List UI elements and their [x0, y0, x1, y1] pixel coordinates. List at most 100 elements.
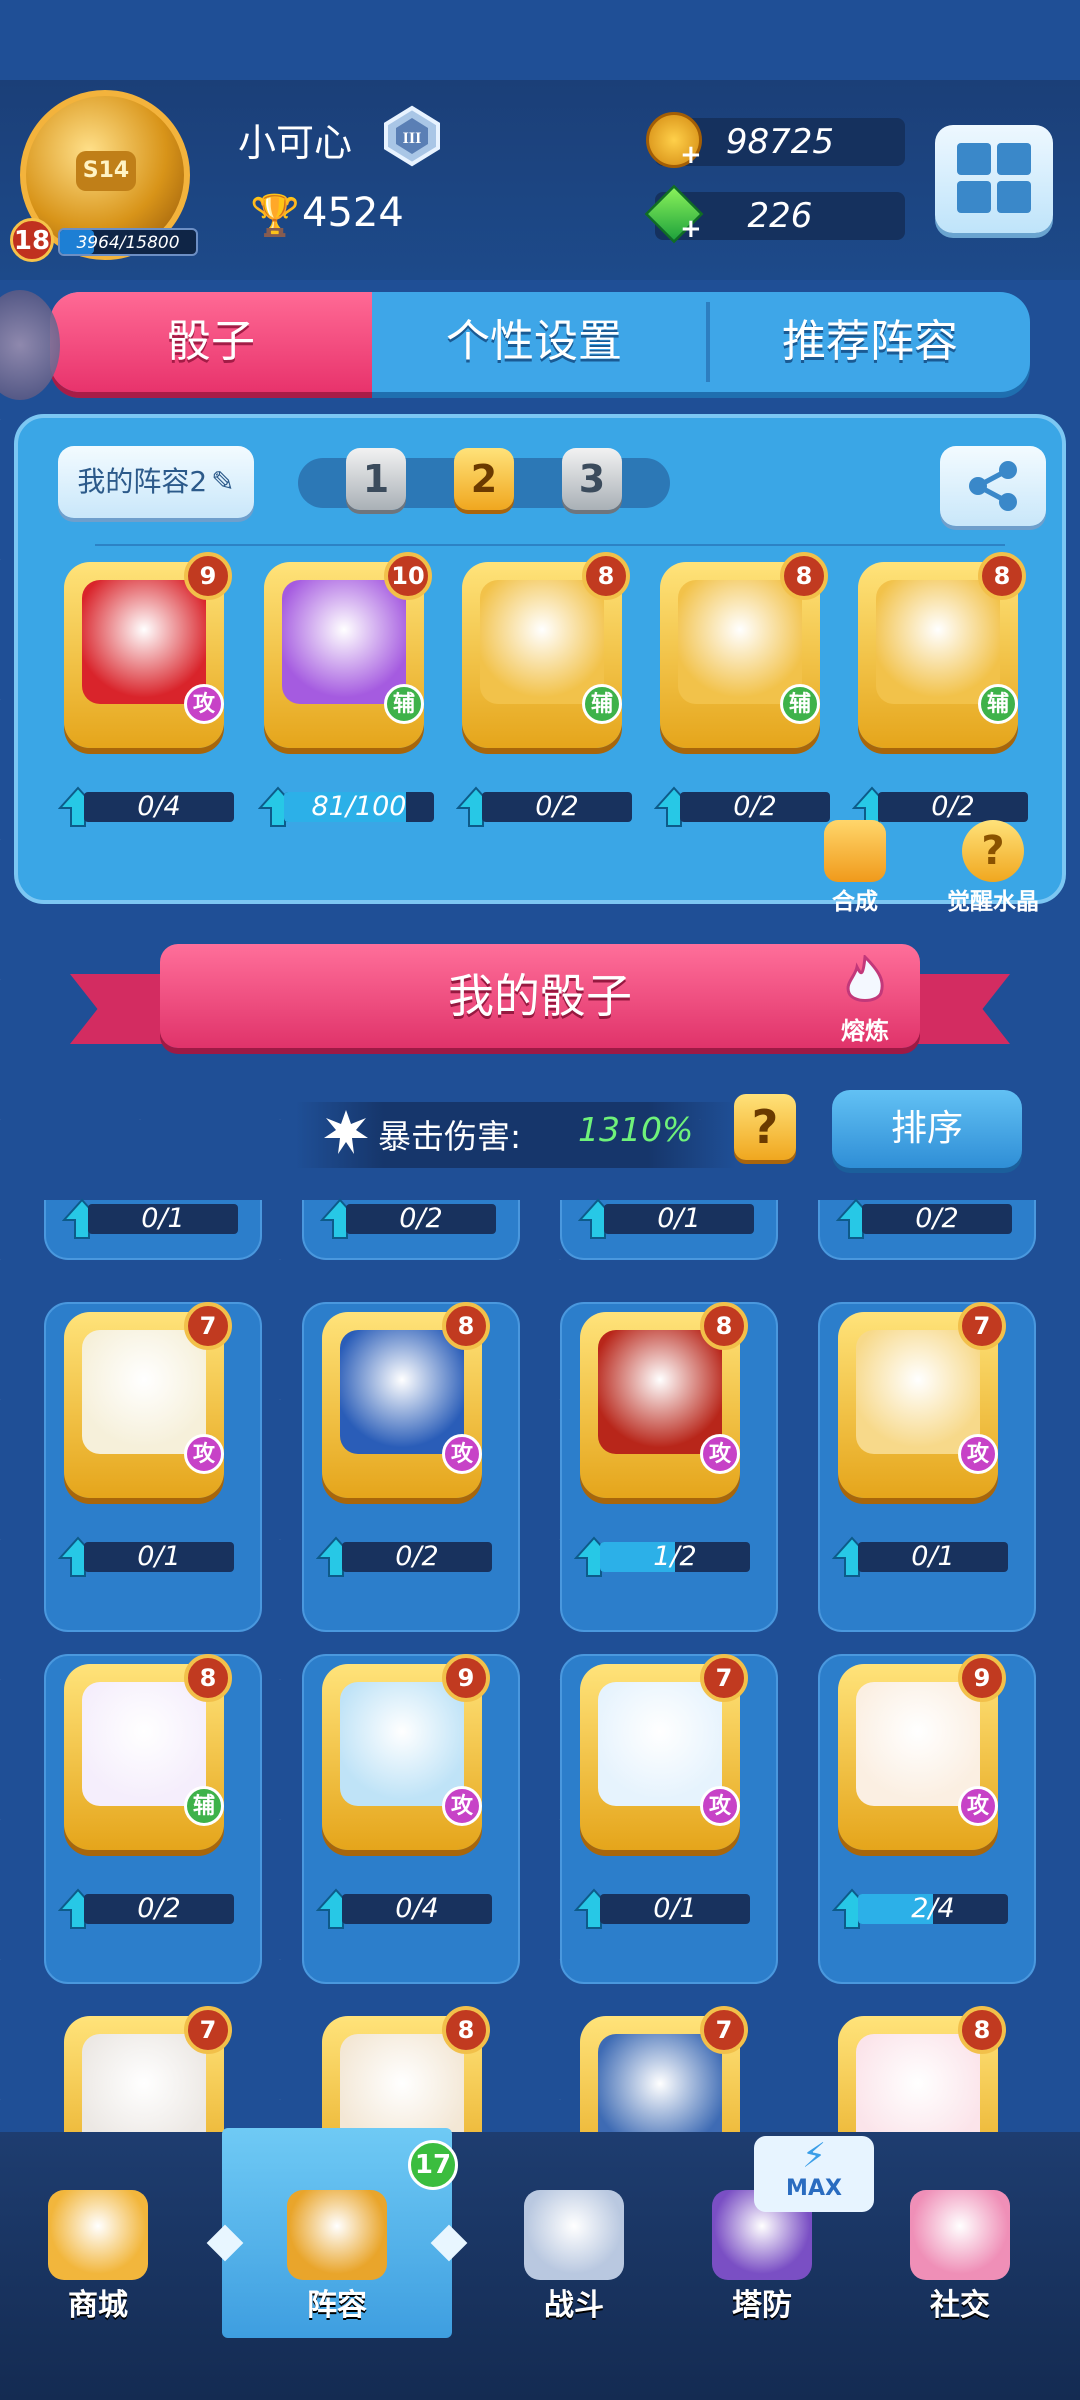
dice-level-badge: 8 — [958, 2006, 1006, 2054]
red-hat-icon — [678, 580, 802, 704]
dice-card[interactable]: 10 辅 — [264, 552, 434, 762]
cannon-icon — [287, 2190, 387, 2280]
ice-sword-icon — [340, 1682, 464, 1806]
awaken-crystal-icon: ? — [962, 820, 1024, 882]
nav-label: 阵容 — [307, 2288, 367, 2323]
dice-level-badge: 8 — [780, 552, 828, 600]
progress-text: 0/1 — [657, 1203, 701, 1234]
progress-text: 0/1 — [137, 1541, 181, 1572]
grid-cell — [957, 181, 991, 213]
upgrade-progress: 0/2 — [316, 1536, 492, 1577]
attack-type-badge: 攻 — [700, 1786, 740, 1826]
progress-text: 0/2 — [137, 1893, 181, 1924]
dice-card[interactable]: 8攻 — [322, 1302, 492, 1512]
progress-text: 0/2 — [915, 1203, 959, 1234]
nav-label: 战斗 — [544, 2288, 604, 2323]
xp-text: 3964/15800 — [76, 233, 180, 253]
crit-burst-icon — [324, 1110, 368, 1154]
dice-level-badge: 8 — [442, 1302, 490, 1350]
progress-text: 0/1 — [141, 1203, 185, 1234]
dice-card[interactable]: 8辅 — [64, 1654, 234, 1864]
smelt-button[interactable]: 熔炼 — [820, 953, 910, 1045]
flame-icon — [846, 953, 884, 1002]
dice-level-badge: 9 — [958, 1654, 1006, 1702]
help-question-icon[interactable]: ? — [734, 1094, 796, 1160]
golden-bull-icon — [856, 1330, 980, 1454]
magic-hat-icon — [282, 580, 406, 704]
progress-text: 0/1 — [653, 1893, 697, 1924]
dice-card[interactable]: 9攻 — [64, 552, 234, 762]
dice-card[interactable]: 9攻 — [322, 1654, 492, 1864]
dice-card[interactable]: 8辅 — [462, 552, 632, 762]
purple-altar-icon — [480, 580, 604, 704]
synthesize-button[interactable]: 合成 — [790, 820, 920, 916]
support-type-badge: 辅 — [780, 684, 820, 724]
upgrade-progress: 0/2 — [836, 1198, 1012, 1239]
side-character-icon[interactable] — [0, 290, 60, 400]
dice-card[interactable]: 9攻 — [838, 1654, 1008, 1864]
lightning-icon: ⚡ — [802, 2136, 826, 2176]
tab-personalize[interactable]: 个性设置 — [372, 292, 696, 392]
support-type-badge: 辅 — [582, 684, 622, 724]
attack-type-badge: 攻 — [958, 1786, 998, 1826]
upgrade-progress: 2/4 — [832, 1888, 1008, 1929]
trophy-icon: 🏆 — [250, 193, 300, 239]
progress-text: 0/2 — [399, 1203, 443, 1234]
upgrade-progress: 0/1 — [578, 1198, 754, 1239]
progress-text: 2/4 — [911, 1893, 955, 1924]
upgrade-progress: 0/2 — [654, 786, 830, 827]
crystal-sword-icon — [598, 1682, 722, 1806]
upgrade-progress: 0/1 — [832, 1536, 1008, 1577]
nav-cannon[interactable]: 阵容 — [257, 2190, 417, 2323]
dice-level-badge: 10 — [384, 552, 432, 600]
deck-page-2[interactable]: 2 — [454, 448, 514, 510]
nav-shop-chest[interactable]: 商城 — [18, 2190, 178, 2323]
dice-level-badge: 8 — [700, 1302, 748, 1350]
progress-text: 0/2 — [535, 791, 579, 822]
panda-icon — [82, 1330, 206, 1454]
pink-mascot-icon — [910, 2190, 1010, 2280]
dice-card[interactable]: 8攻 — [580, 1302, 750, 1512]
nav-crossed-swords[interactable]: 战斗 — [494, 2190, 654, 2323]
deck-name-button[interactable]: 我的阵容2 ✎ — [58, 446, 254, 518]
attack-type-badge: 攻 — [442, 1434, 482, 1474]
season-badge: S14 — [76, 151, 136, 191]
dice-level-badge: 8 — [184, 1654, 232, 1702]
player-name[interactable]: 小可心 — [238, 112, 352, 167]
dice-card[interactable]: 8辅 — [660, 552, 830, 762]
support-type-badge: 辅 — [978, 684, 1018, 724]
dice-card[interactable]: 7攻 — [64, 1302, 234, 1512]
dice-card[interactable]: 8辅 — [858, 552, 1028, 762]
max-tag-label: MAX — [786, 2176, 842, 2201]
nav-pink-mascot[interactable]: 社交 — [880, 2190, 1040, 2323]
progress-text: 0/4 — [137, 791, 181, 822]
grid-cell — [997, 143, 1031, 175]
grid-cell — [957, 143, 991, 175]
upgrade-progress: 0/1 — [58, 1536, 234, 1577]
share-button[interactable] — [940, 446, 1046, 526]
menu-grid-button[interactable] — [935, 125, 1053, 233]
upgrade-progress: 0/2 — [58, 1888, 234, 1929]
add-gems-icon[interactable]: + — [680, 214, 702, 244]
add-gold-icon[interactable]: + — [680, 140, 702, 170]
lineup-count-badge: 17 — [408, 2140, 458, 2190]
tab-dice[interactable]: 骰子 — [50, 292, 372, 392]
awaken-crystal-label: 觉醒水晶 — [947, 889, 1039, 915]
fire-burst-icon — [598, 1330, 722, 1454]
dice-card[interactable]: 7攻 — [838, 1302, 1008, 1512]
blue-lotus-icon — [340, 1330, 464, 1454]
attack-type-badge: 攻 — [958, 1434, 998, 1474]
dice-card[interactable]: 7攻 — [580, 1654, 750, 1864]
rank-emblem-icon[interactable]: III — [380, 104, 444, 168]
nav-label: 社交 — [930, 2288, 990, 2323]
deck-pager: 1 2 3 — [298, 448, 670, 510]
awaken-crystal-button[interactable]: ? 觉醒水晶 — [918, 820, 1068, 916]
deck-page-3[interactable]: 3 — [562, 448, 622, 510]
sort-button[interactable]: 排序 — [832, 1090, 1022, 1168]
upgrade-progress: 0/4 — [316, 1888, 492, 1929]
dice-level-badge: 7 — [700, 1654, 748, 1702]
edit-pencil-icon: ✎ — [211, 465, 235, 498]
shop-chest-icon — [48, 2190, 148, 2280]
deck-page-1[interactable]: 1 — [346, 448, 406, 510]
tab-recommended[interactable]: 推荐阵容 — [710, 292, 1030, 392]
